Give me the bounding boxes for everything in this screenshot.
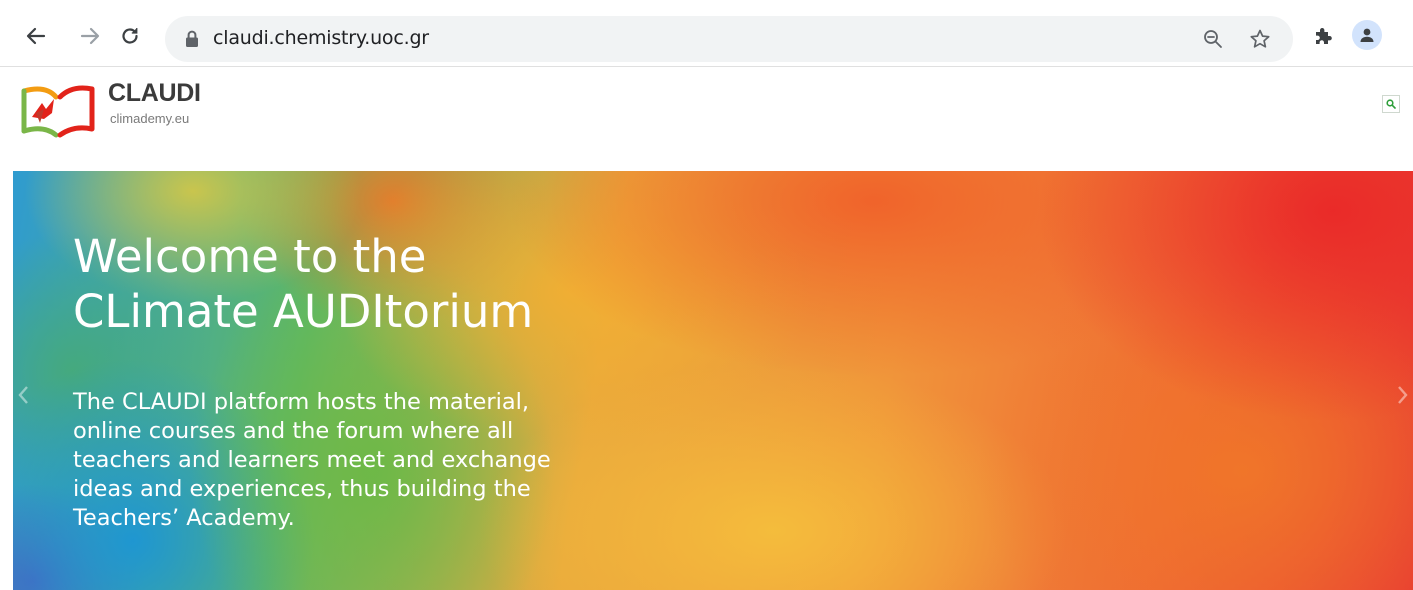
- profile-button[interactable]: [1352, 20, 1382, 50]
- lock-icon: [186, 30, 198, 47]
- chevron-right-icon: [1398, 386, 1408, 404]
- back-button[interactable]: [22, 22, 50, 50]
- hero-description: The CLAUDI platform hosts the material, …: [73, 388, 713, 533]
- bookmark-button[interactable]: [1248, 27, 1272, 51]
- zoom-out-icon: [1204, 30, 1222, 48]
- claudi-logo[interactable]: [18, 79, 98, 139]
- hero-text-line: The CLAUDI platform hosts the material,: [73, 389, 530, 415]
- logo-subtitle: climademy.eu: [110, 111, 190, 126]
- hero-title-line: CLimate AUDItorium: [73, 285, 534, 338]
- puzzle-icon: [1316, 27, 1332, 44]
- browser-toolbar: claudi.chemistry.uoc.gr: [0, 0, 1413, 66]
- logo-title[interactable]: CLAUDI: [108, 79, 201, 108]
- hero-text-line: Teachers’ Academy.: [73, 505, 295, 531]
- hero-text-line: ideas and experiences, thus building the: [73, 476, 531, 502]
- zoom-button[interactable]: [1201, 27, 1225, 51]
- reload-button[interactable]: [116, 22, 144, 50]
- person-icon: [1360, 28, 1374, 42]
- extensions-button[interactable]: [1309, 22, 1337, 50]
- star-icon: [1250, 29, 1270, 48]
- site-search-button[interactable]: [1382, 95, 1400, 113]
- hero-banner: Welcome to the CLimate AUDItorium The CL…: [13, 171, 1413, 590]
- site-header: CLAUDI climademy.eu: [0, 67, 1413, 171]
- chevron-left-icon: [18, 386, 28, 404]
- hero-title-line: Welcome to the: [73, 230, 427, 283]
- hero-title: Welcome to the CLimate AUDItorium: [73, 229, 773, 339]
- reload-icon: [122, 28, 138, 44]
- logo-mark-icon: [21, 85, 96, 138]
- address-bar[interactable]: claudi.chemistry.uoc.gr: [165, 16, 1293, 62]
- forward-button[interactable]: [76, 22, 104, 50]
- arrow-right-icon: [80, 27, 100, 45]
- carousel-next-button[interactable]: [1395, 383, 1411, 407]
- hero-text-line: online courses and the forum where all: [73, 418, 514, 444]
- url-text[interactable]: claudi.chemistry.uoc.gr: [213, 27, 429, 49]
- arrow-left-icon: [26, 27, 46, 45]
- hero-text-line: teachers and learners meet and exchange: [73, 447, 551, 473]
- search-icon: [1386, 99, 1396, 109]
- carousel-prev-button[interactable]: [15, 383, 31, 407]
